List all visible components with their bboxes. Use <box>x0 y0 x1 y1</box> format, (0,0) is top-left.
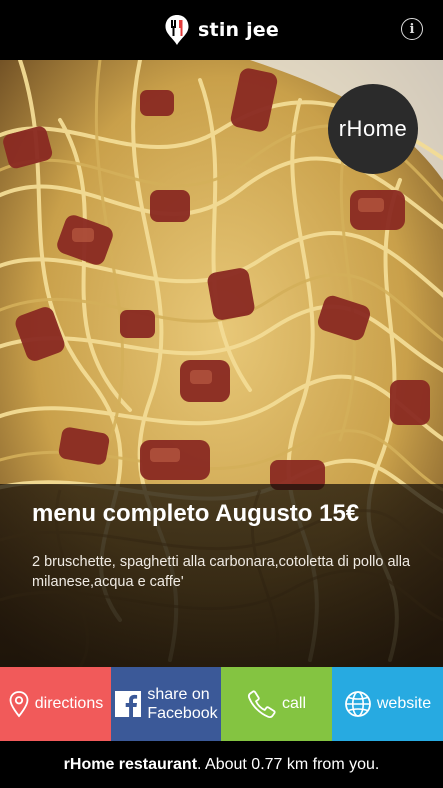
brand-name: stin jee <box>198 19 279 41</box>
facebook-label-line1: share on <box>147 686 210 703</box>
offer-title: menu completo Augusto 15€ <box>32 500 360 527</box>
website-button[interactable]: website <box>332 667 443 741</box>
brand: stin jee <box>164 14 279 46</box>
distance-text: . About 0.77 km from you. <box>197 755 380 773</box>
facebook-label: share on Facebook <box>147 685 217 723</box>
globe-icon <box>344 691 371 717</box>
phone-icon <box>248 690 276 718</box>
website-label: website <box>376 695 432 712</box>
directions-label: directions <box>34 695 104 712</box>
location-pin-icon <box>9 691 29 718</box>
app-header: stin jee i <box>0 0 443 60</box>
offer-description: 2 bruschette, spaghetti alla carbonara,c… <box>32 554 411 590</box>
brand-logo-icon <box>165 15 189 45</box>
directions-button[interactable]: directions <box>0 667 111 741</box>
facebook-label-line2: Facebook <box>147 705 218 722</box>
restaurant-name: rHome restaurant <box>63 755 198 773</box>
action-bar: directions share on Facebook call websit… <box>0 667 443 741</box>
call-label: call <box>281 695 306 712</box>
restaurant-logo-badge[interactable]: rHome <box>328 84 418 174</box>
call-button[interactable]: call <box>221 667 332 741</box>
info-icon[interactable]: i <box>401 18 423 40</box>
share-facebook-button[interactable]: share on Facebook <box>111 667 221 741</box>
facebook-icon <box>115 691 142 717</box>
info-glyph: i <box>409 21 415 37</box>
distance-footer: rHome restaurant. About 0.77 km from you… <box>0 741 443 788</box>
